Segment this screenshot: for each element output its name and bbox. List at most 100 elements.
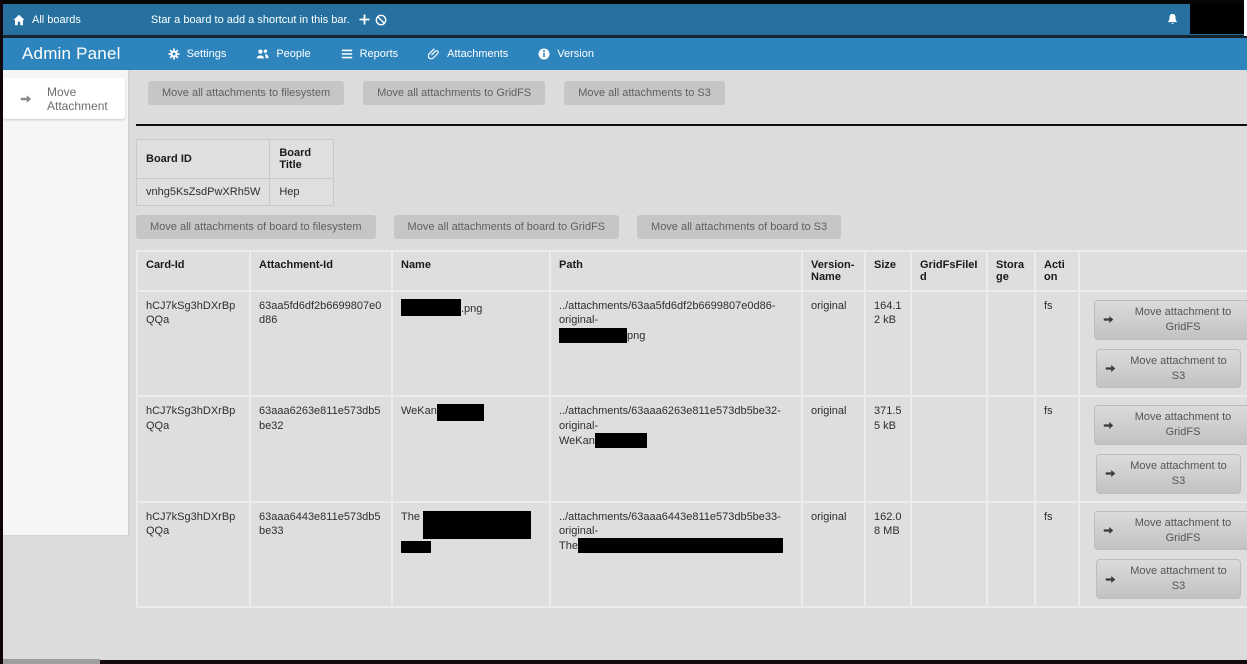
attachments-table: Card-Id Attachment-Id Name Path Version-… xyxy=(136,250,1247,608)
size-cell: 164.12 kB xyxy=(865,291,911,396)
size-cell: 162.08 MB xyxy=(865,502,911,607)
storage-cell xyxy=(987,291,1035,396)
main-content: Move all attachments to filesystem Move … xyxy=(136,70,1247,608)
card-id-cell: hCJ7kSg3hDXrBpQQa xyxy=(137,396,250,501)
table-row: hCJ7kSg3hDXrBpQQa 63aaa6263e811e573db5be… xyxy=(137,396,1247,501)
col-header-storage: Storage xyxy=(987,251,1035,291)
section-divider xyxy=(136,124,1247,126)
attachment-id-cell: 63aa5fd6df2b6699807e0d86 xyxy=(250,291,392,396)
ban-icon[interactable] xyxy=(375,14,387,26)
move-board-to-filesystem-button[interactable]: Move all attachments of board to filesys… xyxy=(136,215,376,239)
redacted-text xyxy=(578,538,783,553)
row-buttons-cell: Move attachment to GridFS Move attachmen… xyxy=(1079,502,1247,607)
sidebar-item-label: Move Attachment xyxy=(47,85,125,113)
move-board-to-gridfs-button[interactable]: Move all attachments of board to GridFS xyxy=(394,215,619,239)
bell-icon[interactable] xyxy=(1166,13,1179,26)
user-menu-redacted[interactable] xyxy=(1190,4,1244,34)
action-cell: fs xyxy=(1035,502,1079,607)
shortcut-hint-text: Star a board to add a shortcut in this b… xyxy=(151,14,350,26)
card-id-cell: hCJ7kSg3hDXrBpQQa xyxy=(137,502,250,607)
move-attachment-to-s3-button[interactable]: Move attachment to S3 xyxy=(1096,349,1241,389)
board-table: Board ID Board Title vnhg5KsZsdPwXRh5W H… xyxy=(136,139,334,206)
redacted-text xyxy=(401,541,431,553)
size-cell: 371.55 kB xyxy=(865,396,911,501)
plus-icon[interactable] xyxy=(359,14,370,25)
move-all-to-gridfs-button[interactable]: Move all attachments to GridFS xyxy=(363,81,545,105)
name-cell: WeKan xyxy=(392,396,550,501)
redacted-text xyxy=(437,404,484,421)
bottom-dark-bar xyxy=(100,660,1247,664)
col-header-attachment-id: Attachment-Id xyxy=(250,251,392,291)
nav-label: Settings xyxy=(187,48,227,60)
people-icon xyxy=(256,48,269,60)
name-cell: .png xyxy=(392,291,550,396)
col-header-path: Path xyxy=(550,251,802,291)
col-header-action: Action xyxy=(1035,251,1079,291)
nav-item-people[interactable]: People xyxy=(256,48,310,60)
admin-panel-page: All boards Star a board to add a shortcu… xyxy=(0,0,1247,664)
table-row: hCJ7kSg3hDXrBpQQa 63aaa6443e811e573db5be… xyxy=(137,502,1247,607)
redacted-text xyxy=(559,328,627,343)
top-bar: All boards Star a board to add a shortcu… xyxy=(0,4,1247,35)
gridfsfileid-cell xyxy=(911,502,987,607)
home-icon xyxy=(13,14,25,26)
version-name-cell: original xyxy=(802,396,865,501)
all-boards-link[interactable]: All boards xyxy=(13,14,81,26)
paperclip-icon xyxy=(428,48,440,60)
board-move-buttons: Move all attachments of board to filesys… xyxy=(136,215,1247,239)
col-header-size: Size xyxy=(865,251,911,291)
nav-label: Attachments xyxy=(447,48,508,60)
sidebar-item-move-attachment[interactable]: Move Attachment xyxy=(3,78,125,119)
row-buttons-cell: Move attachment to GridFS Move attachmen… xyxy=(1079,291,1247,396)
col-header-gridfsfileid: GridFsFileId xyxy=(911,251,987,291)
nav-label: Version xyxy=(557,48,594,60)
attachments-table-header-row: Card-Id Attachment-Id Name Path Version-… xyxy=(137,251,1247,291)
arrow-right-icon xyxy=(1103,314,1114,325)
nav-item-version[interactable]: Version xyxy=(538,48,594,60)
arrow-right-icon xyxy=(20,93,32,105)
nav-item-settings[interactable]: Settings xyxy=(168,48,227,60)
version-name-cell: original xyxy=(802,291,865,396)
board-id-value: vnhg5KsZsdPwXRh5W xyxy=(137,179,270,206)
path-cell: ../attachments/63aaa6443e811e573db5be33-… xyxy=(550,502,802,607)
action-cell: fs xyxy=(1035,396,1079,501)
move-all-to-s3-button[interactable]: Move all attachments to S3 xyxy=(564,81,725,105)
nav-label: Reports xyxy=(360,48,399,60)
board-title-value: Hep xyxy=(270,179,334,206)
table-row: hCJ7kSg3hDXrBpQQa 63aa5fd6df2b6699807e0d… xyxy=(137,291,1247,396)
admin-nav: Settings People Reports Attachments xyxy=(168,48,594,60)
admin-panel-header: Admin Panel Settings People Reports xyxy=(0,38,1247,70)
version-name-cell: original xyxy=(802,502,865,607)
nav-item-attachments[interactable]: Attachments xyxy=(428,48,508,60)
page-title: Admin Panel xyxy=(22,44,121,64)
table-row: vnhg5KsZsdPwXRh5W Hep xyxy=(137,179,334,206)
all-boards-label: All boards xyxy=(32,14,81,26)
top-edge-bar xyxy=(0,0,1247,4)
card-id-cell: hCJ7kSg3hDXrBpQQa xyxy=(137,291,250,396)
attachment-id-cell: 63aaa6443e811e573db5be33 xyxy=(250,502,392,607)
move-attachment-to-gridfs-button[interactable]: Move attachment to GridFS xyxy=(1094,300,1247,340)
move-all-to-filesystem-button[interactable]: Move all attachments to filesystem xyxy=(148,81,344,105)
move-attachment-to-gridfs-button[interactable]: Move attachment to GridFS xyxy=(1094,511,1247,551)
move-board-to-s3-button[interactable]: Move all attachments of board to S3 xyxy=(637,215,841,239)
info-icon xyxy=(538,48,550,60)
move-attachment-to-gridfs-button[interactable]: Move attachment to GridFS xyxy=(1094,405,1247,445)
redacted-text xyxy=(401,299,461,316)
nav-item-reports[interactable]: Reports xyxy=(341,48,399,60)
arrow-right-icon xyxy=(1105,574,1116,585)
col-header-buttons xyxy=(1079,251,1247,291)
gridfsfileid-cell xyxy=(911,396,987,501)
path-cell: ../attachments/63aaa6263e811e573db5be32-… xyxy=(550,396,802,501)
attachment-id-cell: 63aaa6263e811e573db5be32 xyxy=(250,396,392,501)
gridfsfileid-cell xyxy=(911,291,987,396)
name-cell: The xyxy=(392,502,550,607)
arrow-right-icon xyxy=(1103,420,1114,431)
move-attachment-to-s3-button[interactable]: Move attachment to S3 xyxy=(1096,454,1241,494)
sidebar: Move Attachment xyxy=(0,70,128,535)
move-attachment-to-s3-button[interactable]: Move attachment to S3 xyxy=(1096,559,1241,599)
gear-icon xyxy=(168,48,180,60)
nav-label: People xyxy=(276,48,310,60)
bottom-gray-bar xyxy=(0,659,100,664)
arrow-right-icon xyxy=(1105,468,1116,479)
storage-cell xyxy=(987,396,1035,501)
